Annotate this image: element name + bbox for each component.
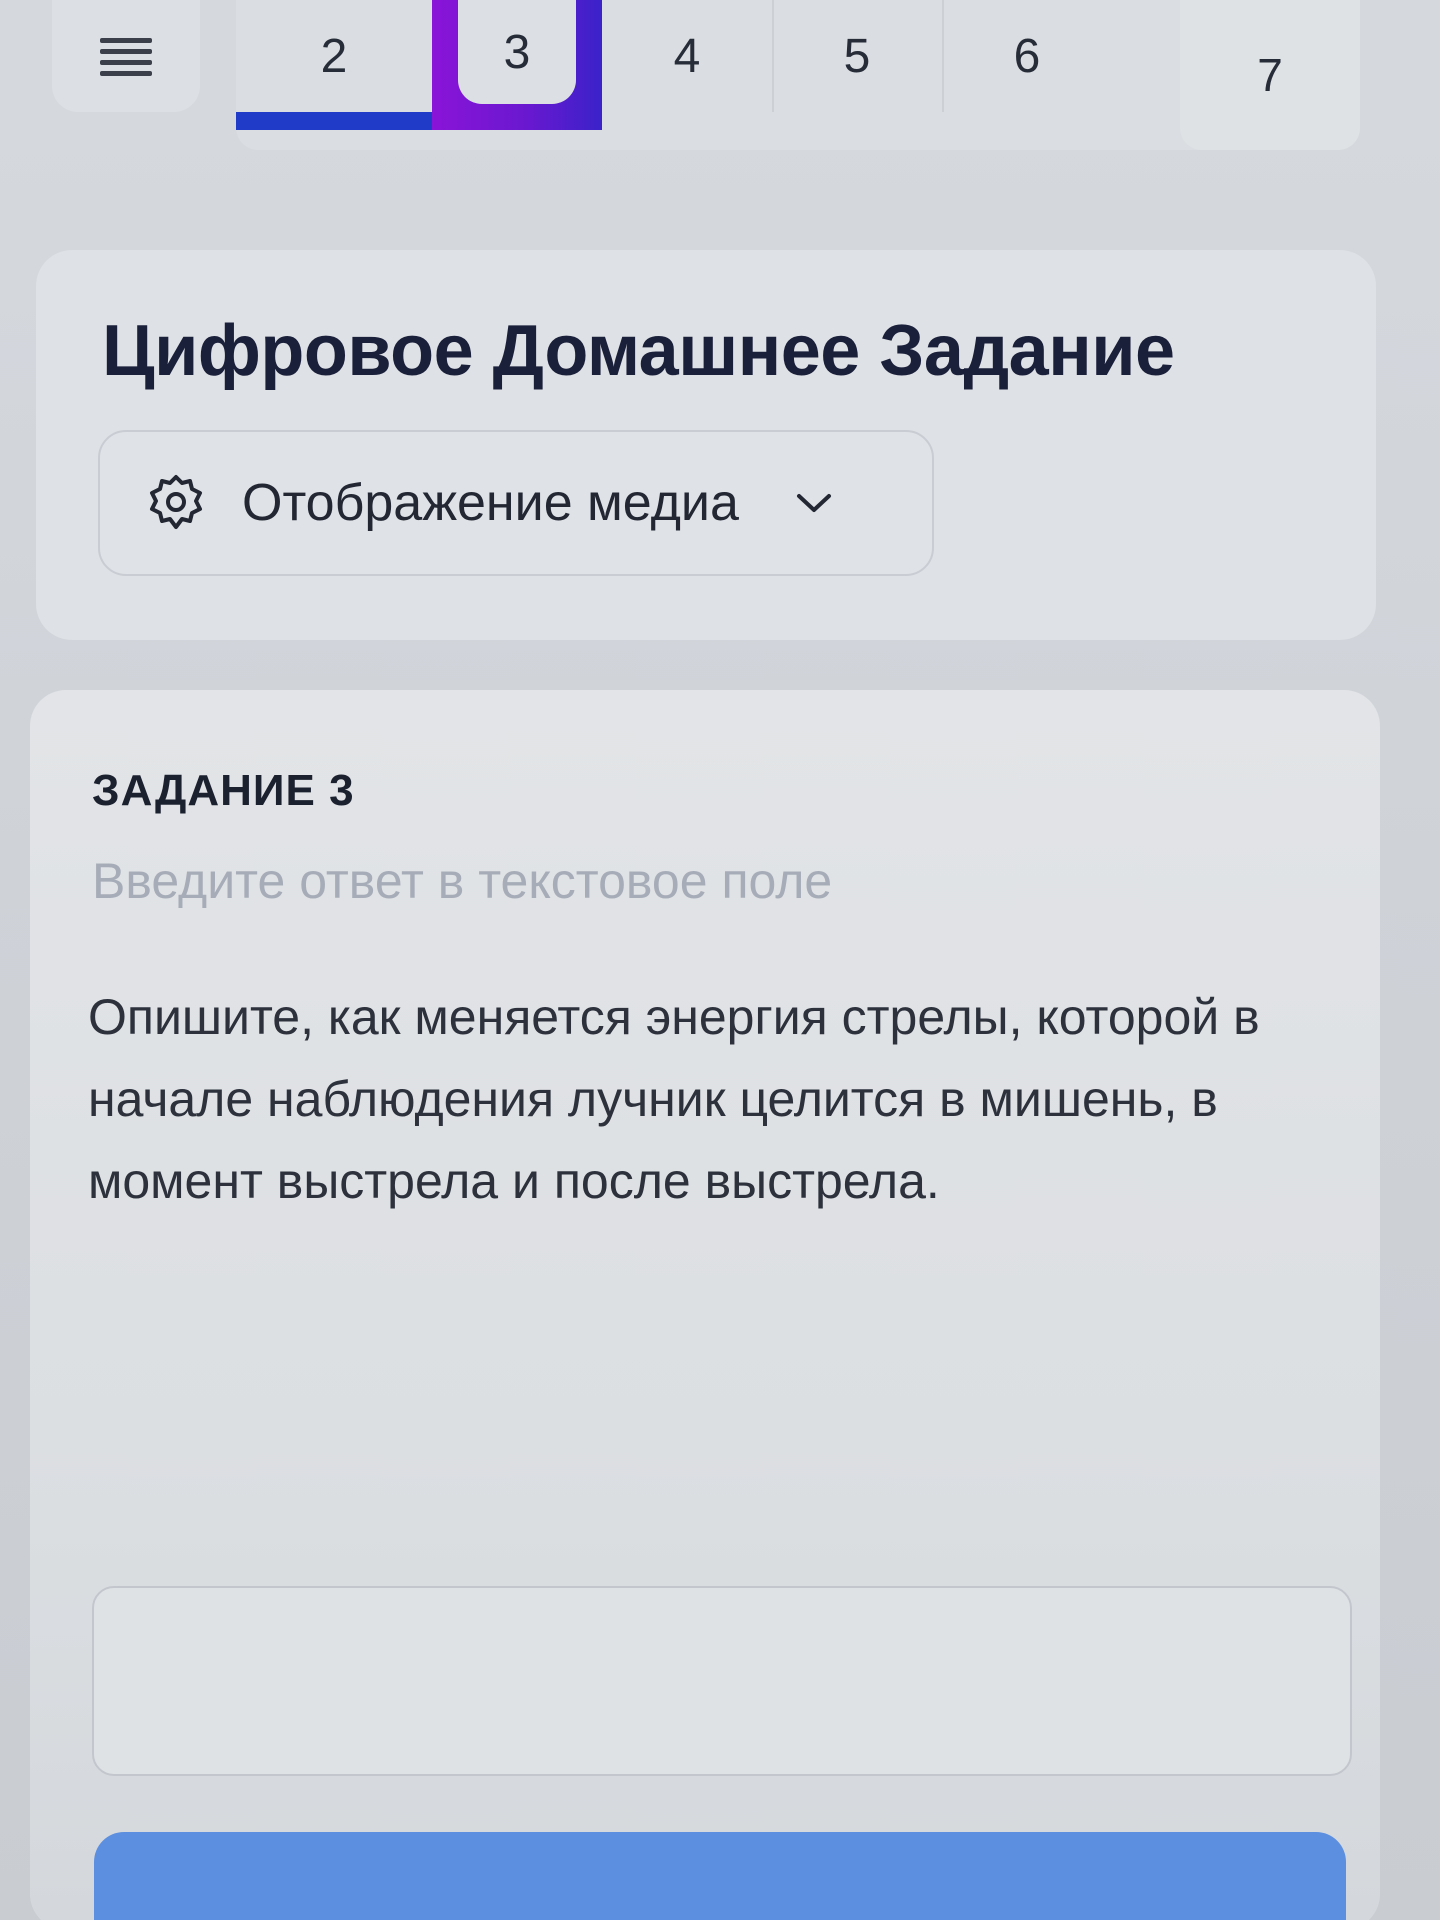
- tab-task-5[interactable]: 5: [772, 0, 942, 112]
- tab-task-6[interactable]: 6: [942, 0, 1112, 112]
- chevron-down-icon: [796, 494, 831, 512]
- page-title: Цифровое Домашнее Задание: [102, 311, 1175, 391]
- task-tabs: 2 3 4 5 6 7: [236, 0, 1360, 150]
- menu-button[interactable]: [52, 0, 200, 112]
- tab-task-3-active[interactable]: 3: [432, 0, 602, 130]
- tab-number: 6: [1013, 29, 1041, 83]
- task-navigation-bar: 2 3 4 5 6 7: [0, 0, 1440, 150]
- media-display-dropdown[interactable]: Отображение медиа: [98, 430, 934, 576]
- task-number-label: ЗАДАНИЕ 3: [92, 766, 355, 815]
- header-card: Цифровое Домашнее Задание Отображение ме…: [36, 250, 1376, 640]
- active-tab-indicator: 3: [458, 0, 576, 104]
- tab-number: 3: [503, 25, 531, 79]
- tab-number: 4: [673, 29, 701, 83]
- tab-number: 2: [320, 29, 348, 83]
- tab-task-7[interactable]: 7: [1180, 0, 1360, 150]
- hamburger-menu-icon: [100, 38, 152, 76]
- answer-text-field[interactable]: [92, 1586, 1352, 1776]
- task-instruction-hint: Введите ответ в текстовое поле: [92, 853, 833, 909]
- task-question-text: Опишите, как меняется энергия стрелы, ко…: [88, 989, 1260, 1209]
- tab-number: 5: [843, 29, 871, 83]
- media-display-label: Отображение медиа: [242, 474, 739, 532]
- tab-task-2[interactable]: 2: [236, 0, 432, 130]
- tab-number: 7: [1257, 49, 1283, 101]
- task-card: ЗАДАНИЕ 3 Введите ответ в текстовое поле…: [30, 690, 1380, 1920]
- gear-icon: [150, 475, 202, 529]
- tab-task-4[interactable]: 4: [602, 0, 772, 112]
- page: 2 3 4 5 6 7 Цифровое Домашнее Задание От…: [0, 0, 1440, 1920]
- submit-answer-button[interactable]: [94, 1832, 1346, 1920]
